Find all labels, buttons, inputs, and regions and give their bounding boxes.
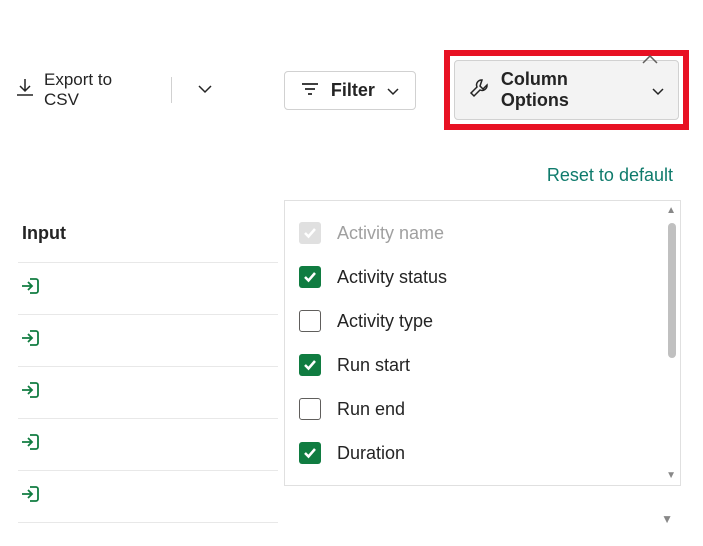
column-header-input[interactable]: Input [18, 215, 278, 262]
column-option-item[interactable]: Run end [299, 387, 680, 431]
column-option-label: Run end [337, 399, 405, 420]
input-icon[interactable] [20, 388, 42, 405]
column-option-item[interactable]: Run start [299, 343, 680, 387]
column-option-label: Activity status [337, 267, 447, 288]
column-options-label: Column Options [501, 69, 640, 111]
column-options-panel: Activity name Activity status Activity typ… [284, 200, 681, 486]
chevron-down-icon [387, 80, 399, 101]
column-option-label: Activity name [337, 223, 444, 244]
collapse-chevron-icon[interactable] [642, 52, 658, 70]
column-option-item[interactable]: Activity status [299, 255, 680, 299]
export-label: Export to CSV [44, 70, 151, 110]
table-area: Input [18, 215, 278, 523]
export-group: Export to CSV [14, 66, 220, 114]
divider [171, 77, 172, 103]
scrollbar[interactable]: ▲ ▼ [664, 205, 676, 481]
input-icon[interactable] [20, 284, 42, 301]
input-icon[interactable] [20, 440, 42, 457]
table-row[interactable] [18, 470, 278, 523]
table-row[interactable] [18, 262, 278, 314]
column-option-item[interactable]: Activity name [299, 211, 680, 255]
checkbox[interactable] [299, 266, 321, 288]
chevron-down-icon [652, 80, 664, 101]
input-icon[interactable] [20, 336, 42, 353]
download-icon [16, 78, 34, 103]
column-option-item[interactable]: Duration [299, 431, 680, 475]
column-option-label: Run start [337, 355, 410, 376]
checkbox[interactable] [299, 310, 321, 332]
column-option-label: Duration [337, 443, 405, 464]
scroll-up-icon[interactable]: ▲ [666, 205, 676, 216]
checkbox[interactable] [299, 354, 321, 376]
checkbox[interactable] [299, 442, 321, 464]
reset-to-default-link[interactable]: Reset to default [547, 165, 673, 186]
export-dropdown-button[interactable] [190, 77, 220, 103]
wrench-icon [469, 78, 489, 103]
toolbar: Export to CSV Filter Column Options [0, 40, 703, 140]
scroll-thumb[interactable] [668, 223, 676, 358]
panel-chevron-down-icon[interactable]: ▼ [661, 512, 673, 526]
input-icon[interactable] [20, 492, 42, 509]
checkbox[interactable] [299, 398, 321, 420]
checkbox [299, 222, 321, 244]
table-row[interactable] [18, 366, 278, 418]
filter-icon [301, 80, 319, 101]
table-row[interactable] [18, 418, 278, 470]
column-option-label: Activity type [337, 311, 433, 332]
table-row[interactable] [18, 314, 278, 366]
export-to-csv-button[interactable]: Export to CSV [14, 66, 153, 114]
filter-label: Filter [331, 80, 375, 101]
scroll-down-icon[interactable]: ▼ [666, 470, 676, 481]
filter-button[interactable]: Filter [284, 71, 416, 110]
column-option-item[interactable]: Activity type [299, 299, 680, 343]
